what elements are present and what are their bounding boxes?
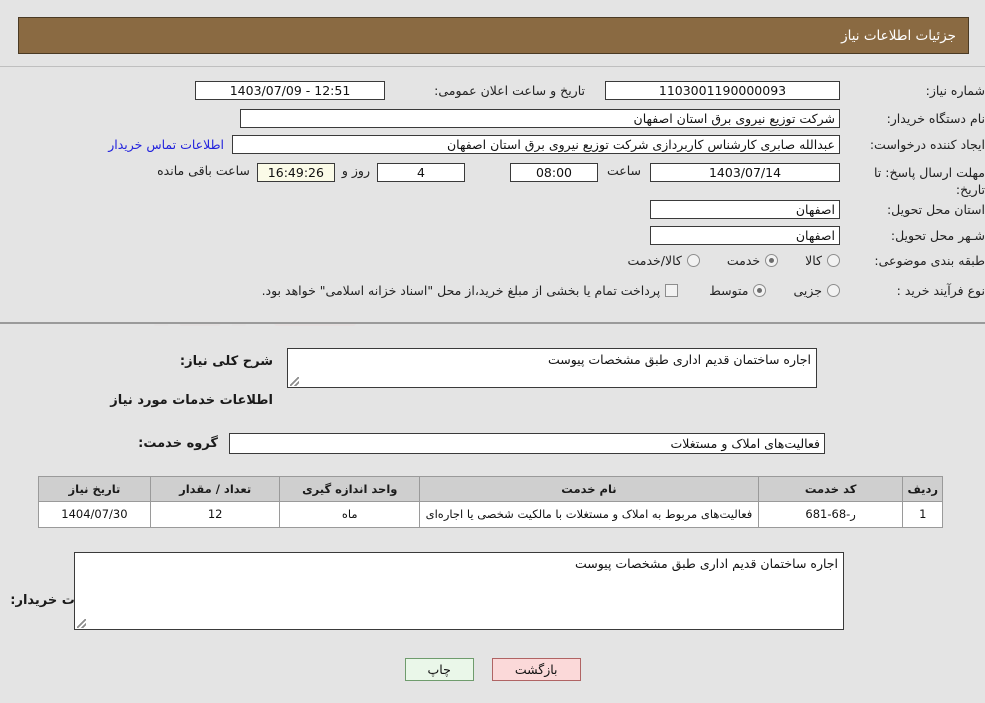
buyer-contact-link[interactable]: اطلاعات تماس خریدار — [108, 137, 224, 152]
buyer-org-value: شرکت توزیع نیروی برق استان اصفهان — [240, 109, 840, 128]
th-name: نام خدمت — [419, 476, 759, 502]
th-code: کد خدمت — [757, 476, 904, 502]
province-label: استان محل تحویل: — [886, 202, 985, 217]
th-qty: تعداد / مقدار — [149, 476, 281, 502]
need-info-panel: شماره نیاز: 1103001190000093 تاریخ و ساع… — [0, 66, 985, 324]
radio-category-kala-khedmat[interactable] — [686, 254, 700, 267]
radio-category-khedmat-label: خدمت — [726, 253, 761, 268]
announce-datetime-label: تاریخ و ساعت اعلان عمومی: — [434, 83, 585, 98]
radio-category-khedmat[interactable] — [765, 254, 779, 267]
page-root: AnaTender.net جزئیات اطلاعات نیاز شماره … — [0, 0, 985, 703]
process-label: نوع فرآیند خرید : — [896, 283, 985, 298]
creator-value: عبدالله صابری کارشناس کاربردازی شرکت توز… — [232, 135, 840, 154]
radio-process-motavaset-label: متوسط — [709, 283, 749, 298]
radio-process-motavaset[interactable] — [753, 284, 767, 297]
creator-label: ایجاد کننده درخواست: — [869, 137, 985, 152]
remaining-days-value: 4 — [376, 163, 465, 182]
deadline-hour-label: ساعت — [606, 163, 641, 178]
cell-name: فعالیت‌های مربوط به املاک و مستغلات با م… — [419, 501, 759, 528]
page-title: جزئیات اطلاعات نیاز — [841, 27, 956, 44]
cell-qty: 12 — [149, 501, 281, 528]
services-heading: اطلاعات خدمات مورد نیاز — [110, 393, 273, 408]
cell-date: 1404/07/30 — [38, 501, 151, 528]
deadline-time-value: 08:00 — [509, 163, 598, 182]
table-header-row: ردیف کد خدمت نام خدمت واحد اندازه گیری ت… — [38, 476, 943, 502]
radio-category-kala-khedmat-label: کالا/خدمت — [627, 253, 682, 268]
th-unit: واحد اندازه گیری — [279, 476, 421, 502]
need-number-label: شماره نیاز: — [925, 83, 985, 98]
service-group-label: گروه خدمت: — [138, 436, 218, 451]
cell-code: ر-68-681 — [757, 501, 904, 528]
city-label: شـهر محل تحویل: — [890, 228, 985, 243]
service-group-value: فعالیت‌های املاک و مستغلات — [229, 433, 825, 454]
treasury-bond-checkbox[interactable] — [665, 284, 679, 297]
summary-label: شرح کلی نیاز: — [179, 354, 273, 369]
province-value: اصفهان — [650, 200, 840, 219]
print-button[interactable]: چاپ — [404, 658, 474, 681]
th-row: ردیف — [902, 476, 943, 502]
radio-category-kala[interactable] — [827, 254, 840, 267]
remaining-days-label: روز و — [341, 163, 370, 178]
remaining-time-value: 16:49:26 — [256, 163, 335, 182]
services-panel: شرح کلی نیاز: اجاره ساختمان قدیم اداری ط… — [0, 326, 985, 653]
table-row: 1 ر-68-681 فعالیت‌های مربوط به املاک و م… — [38, 501, 943, 528]
city-value: اصفهان — [650, 226, 840, 245]
announce-datetime-value: 12:51 - 1403/07/09 — [195, 81, 385, 100]
radio-process-jozee[interactable] — [827, 284, 840, 297]
treasury-bond-label: پرداخت تمام یا بخشی از مبلغ خرید،از محل … — [261, 283, 661, 298]
radio-category-kala-label: کالا — [805, 253, 822, 268]
need-number-value: 1103001190000093 — [605, 81, 840, 100]
back-button[interactable]: بازگشت — [491, 658, 581, 681]
buyer-notes-textarea[interactable]: اجاره ساختمان قدیم اداری طبق مشخصات پیوس… — [74, 552, 844, 630]
deadline-date-value: 1403/07/14 — [650, 163, 840, 182]
services-table: ردیف کد خدمت نام خدمت واحد اندازه گیری ت… — [38, 476, 943, 528]
remaining-time-label: ساعت باقی مانده — [157, 163, 250, 178]
buyer-org-label: نام دستگاه خریدار: — [886, 111, 985, 126]
action-buttons: بازگشت چاپ — [0, 658, 985, 681]
th-date: تاریخ نیاز — [38, 476, 151, 502]
cell-row: 1 — [902, 501, 943, 528]
cell-unit: ماه — [279, 501, 421, 528]
category-label: طبقه بندی موضوعی: — [874, 253, 985, 268]
summary-textarea[interactable]: اجاره ساختمان قدیم اداری طبق مشخصات پیوس… — [287, 348, 817, 388]
radio-process-jozee-label: جزیی — [793, 283, 822, 298]
page-header: جزئیات اطلاعات نیاز — [18, 17, 969, 54]
deadline-label: مهلت ارسال پاسخ: تا تاریخ: — [874, 165, 985, 197]
